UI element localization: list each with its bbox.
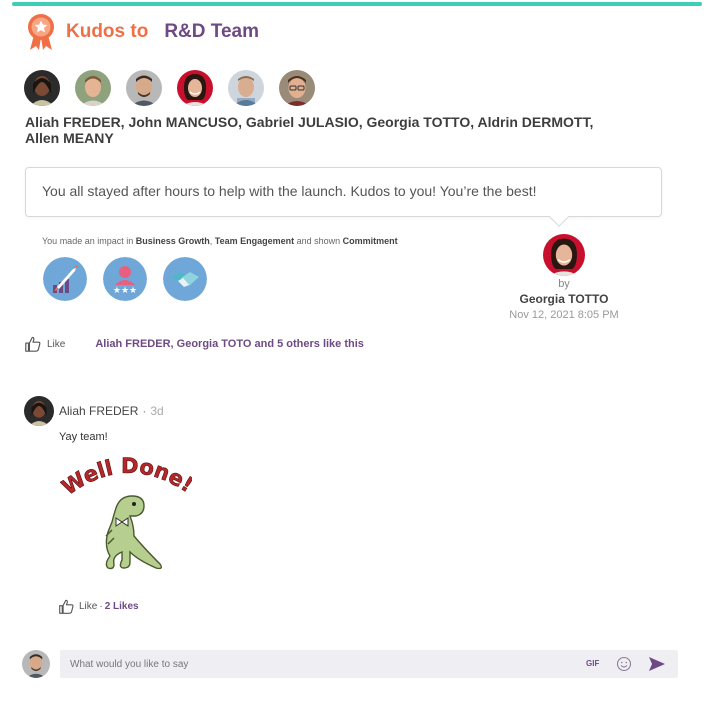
handshake-icon[interactable] [163, 257, 207, 301]
avatar-aldrin-dermott[interactable] [228, 70, 264, 106]
comment-text: Yay team! [59, 431, 108, 443]
avatar-georgia-totto[interactable] [177, 70, 213, 106]
comment-like-row: Like · 2 Likes [58, 598, 139, 615]
impact-value-commitment: Commitment [342, 236, 398, 246]
comment-like-button[interactable]: Like [79, 601, 97, 612]
likers-summary[interactable]: Aliah FREDER, Georgia TOTO and 5 others … [95, 338, 364, 350]
impact-value-business-growth: Business Growth [135, 236, 210, 246]
kudos-giver: by Georgia TOTTO Nov 12, 2021 8:05 PM [496, 234, 632, 324]
rocket-growth-icon[interactable] [43, 257, 87, 301]
meta-dot: · [142, 404, 147, 418]
thumbs-up-icon[interactable] [58, 598, 75, 615]
comment-like-count[interactable]: 2 Likes [105, 601, 139, 612]
svg-text:Well Done!: Well Done! [60, 454, 192, 500]
avatar-gabriel-julasio[interactable] [126, 70, 162, 106]
current-user-avatar [22, 650, 50, 678]
impact-prefix: You made an impact in [42, 236, 136, 246]
like-button[interactable]: Like [24, 335, 65, 353]
giver-by-label: by [558, 278, 570, 290]
kudos-date: Nov 12, 2021 8:05 PM [509, 309, 619, 321]
comment-meta: Aliah FREDER · 3d [59, 404, 164, 418]
emoji-icon[interactable] [616, 656, 632, 672]
impact-statement: You made an impact in Business Growth, T… [42, 236, 398, 246]
kudos-like-row: Like Aliah FREDER, Georgia TOTO and 5 ot… [24, 335, 364, 353]
well-done-sticker: Well Done! [60, 452, 192, 584]
like-label: Like [47, 338, 66, 350]
award-badge-icon [28, 14, 54, 50]
kudos-message-text: You all stayed after hours to help with … [42, 183, 537, 199]
gif-button[interactable]: GIF [586, 659, 599, 668]
comment-composer: GIF [60, 650, 678, 678]
giver-avatar[interactable] [543, 234, 585, 276]
message-tail [549, 207, 569, 227]
avatar-john-mancuso[interactable] [75, 70, 111, 106]
comment-age: 3d [150, 404, 164, 418]
comment-author[interactable]: Aliah FREDER [59, 404, 138, 418]
impact-mid: and shown [294, 236, 343, 246]
sticker-text: Well Done! [60, 454, 192, 500]
avatar-aliah-freder[interactable] [24, 70, 60, 106]
company-values: ★★★ [43, 257, 207, 301]
team-name[interactable]: R&D Team [164, 21, 259, 43]
impact-value-team-engagement: Team Engagement [214, 236, 295, 246]
send-icon[interactable] [648, 656, 666, 672]
comment-like-sep: · [99, 601, 103, 612]
kudos-header: Kudos to R&D Team [26, 12, 259, 52]
comment-author-avatar[interactable] [24, 396, 54, 426]
kudos-message-box: You all stayed after hours to help with … [25, 167, 662, 227]
comment-input[interactable] [70, 650, 570, 678]
avatar-allen-meany[interactable] [279, 70, 315, 106]
kudos-to-label: Kudos to [66, 21, 149, 42]
thumbs-up-icon [25, 336, 41, 352]
team-star-icon[interactable]: ★★★ [103, 257, 147, 301]
giver-name[interactable]: Georgia TOTTO [496, 292, 632, 306]
recipient-avatars [24, 70, 315, 106]
recipient-names: Aliah FREDER, John MANCUSO, Gabriel JULA… [25, 114, 594, 146]
top-accent-bar [0, 0, 706, 7]
svg-text:★★★: ★★★ [113, 286, 137, 296]
